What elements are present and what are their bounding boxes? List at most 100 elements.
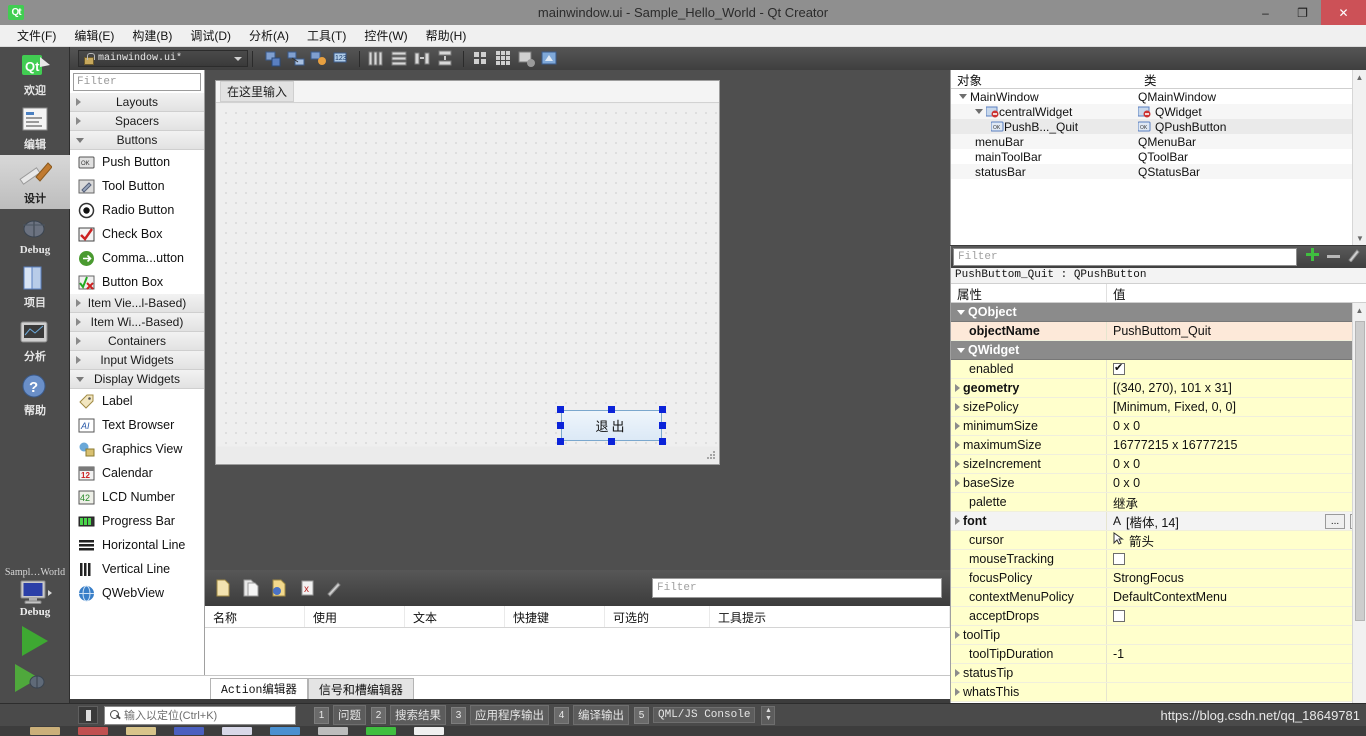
expand-arrow-icon[interactable] [955, 403, 960, 411]
widget-item-qwebview[interactable]: QWebView [70, 581, 204, 605]
property-row-toolTip[interactable]: toolTip [951, 626, 1366, 645]
edit-widgets-icon[interactable] [263, 49, 283, 68]
expand-arrow-icon[interactable] [955, 517, 960, 525]
open-file-combo[interactable]: mainwindow.ui* [78, 50, 248, 67]
scroll-up-icon[interactable]: ▲ [1353, 70, 1366, 84]
chevron-down-icon[interactable] [76, 376, 84, 382]
object-row-PushB-_Quit[interactable]: OK PushB..._Quit OK QPushButton [951, 119, 1366, 134]
expand-arrow-icon[interactable] [955, 422, 960, 430]
widget-item-text-browser[interactable]: AI Text Browser [70, 413, 204, 437]
output-pane-button-2[interactable]: 2 搜索结果 [371, 705, 446, 725]
property-editor-scrollbar[interactable]: ▲ ▼ [1352, 303, 1366, 713]
edit-signals-slots-icon[interactable] [286, 49, 306, 68]
toggle-sidebar-icon[interactable] [78, 706, 98, 724]
widget-item-comma-utton[interactable]: Comma...utton [70, 246, 204, 270]
break-layout-icon[interactable] [517, 49, 537, 68]
property-row-objectName[interactable]: objectName PushButtom_Quit [951, 322, 1366, 341]
scroll-down-icon[interactable]: ▼ [1353, 231, 1366, 245]
menu-item-7[interactable]: 帮助(H) [417, 25, 476, 46]
add-property-icon[interactable] [1305, 247, 1320, 267]
taskbar-item[interactable] [318, 727, 348, 735]
property-row-sizeIncrement[interactable]: sizeIncrement 0 x 0 [951, 455, 1366, 474]
designed-form[interactable]: 在这里输入 退出 [215, 80, 720, 465]
property-row-mouseTracking[interactable]: mouseTracking [951, 550, 1366, 569]
menu-item-0[interactable]: 文件(F) [8, 25, 65, 46]
form-central-widget[interactable]: 退出 [217, 104, 718, 446]
widget-group-spacers[interactable]: Spacers [70, 112, 204, 131]
paste-action-icon[interactable] [269, 578, 289, 598]
taskbar-item[interactable] [30, 727, 60, 735]
minimize-button[interactable]: – [1247, 0, 1284, 25]
widget-group-item-wi-based-[interactable]: Item Wi...-Based) [70, 313, 204, 332]
scroll-up-icon[interactable]: ▲ [1353, 303, 1366, 317]
object-row-mainToolBar[interactable]: mainToolBar QToolBar [951, 149, 1366, 164]
layout-horizontally-icon[interactable] [367, 49, 387, 68]
property-row-focusPolicy[interactable]: focusPolicy StrongFocus [951, 569, 1366, 588]
checkbox-icon[interactable] [1113, 610, 1125, 622]
layout-grid-icon[interactable] [494, 49, 514, 68]
chevron-right-icon[interactable] [76, 117, 81, 125]
chevron-right-icon[interactable] [76, 98, 81, 106]
remove-property-icon[interactable] [1326, 248, 1341, 266]
mode-debug-bug[interactable]: Debug [0, 209, 70, 259]
chevron-down-icon[interactable] [234, 56, 242, 61]
taskbar-item[interactable] [222, 727, 252, 735]
property-row-enabled[interactable]: enabled [951, 360, 1366, 379]
property-row-toolTipDuration[interactable]: toolTipDuration -1 [951, 645, 1366, 664]
locator-input[interactable]: 输入以定位(Ctrl+K) [104, 705, 296, 725]
output-pane-button-1[interactable]: 1 问题 [314, 705, 366, 725]
mode-analyze-scope[interactable]: 分析 [0, 313, 70, 367]
collapse-arrow-icon[interactable] [975, 109, 983, 114]
menu-item-5[interactable]: 工具(T) [298, 25, 355, 46]
updown-arrows-icon[interactable]: ▲ ▼ [761, 705, 776, 725]
checkbox-icon[interactable] [1113, 361, 1125, 375]
property-row-baseSize[interactable]: baseSize 0 x 0 [951, 474, 1366, 493]
output-pane-button-4[interactable]: 4 编译输出 [554, 705, 629, 725]
adjust-size-icon[interactable] [540, 49, 560, 68]
mode-edit-mode[interactable]: 编辑 [0, 101, 70, 155]
widget-item-check-box[interactable]: Check Box [70, 222, 204, 246]
property-row-font[interactable]: fontA[楷体, 14]...↩ [951, 512, 1366, 531]
chevron-right-icon[interactable] [76, 356, 81, 364]
collapse-arrow-icon[interactable] [957, 347, 965, 353]
property-rows[interactable]: QObject objectName PushButtom_Quit QWidget e… [951, 303, 1366, 712]
taskbar-item[interactable] [270, 727, 300, 735]
resize-handle-nw[interactable] [557, 406, 564, 413]
widget-item-calendar[interactable]: 12 Calendar [70, 461, 204, 485]
widget-item-tool-button[interactable]: Tool Button [70, 174, 204, 198]
object-row-menuBar[interactable]: menuBar QMenuBar [951, 134, 1366, 149]
mode-help-question[interactable]: ? 帮助 [0, 367, 70, 421]
property-row-acceptDrops[interactable]: acceptDrops [951, 607, 1366, 626]
expand-arrow-icon[interactable] [955, 688, 960, 696]
layout-form-icon[interactable] [471, 49, 491, 68]
property-filter-input[interactable]: Filter [953, 248, 1297, 266]
action-filter-input[interactable]: Filter [652, 578, 942, 598]
widget-item-vertical-line[interactable]: Vertical Line [70, 557, 204, 581]
bottom-tab-1[interactable]: 信号和槽编辑器 [307, 678, 414, 699]
chevron-down-icon[interactable] [76, 137, 84, 143]
chevron-right-icon[interactable] [76, 318, 81, 326]
chevron-right-icon[interactable] [76, 299, 81, 307]
run-icon[interactable] [22, 626, 48, 656]
widget-item-button-box[interactable]: Button Box [70, 270, 204, 294]
widget-box-list[interactable]: Layouts Spacers Buttons OK Push Button Tool B… [70, 93, 204, 671]
delete-action-icon[interactable]: x [297, 578, 317, 598]
widget-group-input-widgets[interactable]: Input Widgets [70, 351, 204, 370]
resize-handle-e[interactable] [659, 422, 666, 429]
layout-vertically-icon[interactable] [390, 49, 410, 68]
widget-item-horizontal-line[interactable]: Horizontal Line [70, 533, 204, 557]
output-pane-button-5[interactable]: 5 QML/JS Console [634, 706, 756, 724]
computer-kit-icon[interactable] [17, 580, 53, 606]
property-row-QObject[interactable]: QObject [951, 303, 1366, 322]
checkbox-icon[interactable] [1113, 553, 1125, 565]
size-grip-icon[interactable] [706, 451, 716, 461]
widget-group-layouts[interactable]: Layouts [70, 93, 204, 112]
resize-handle-se[interactable] [659, 438, 666, 445]
mode-projects-books[interactable]: 项目 [0, 259, 70, 313]
taskbar-item[interactable] [78, 727, 108, 735]
resize-handle-s[interactable] [608, 438, 615, 445]
menu-item-4[interactable]: 分析(A) [240, 25, 298, 46]
copy-action-icon[interactable] [241, 578, 261, 598]
expand-arrow-icon[interactable] [955, 441, 960, 449]
chevron-right-icon[interactable] [76, 337, 81, 345]
